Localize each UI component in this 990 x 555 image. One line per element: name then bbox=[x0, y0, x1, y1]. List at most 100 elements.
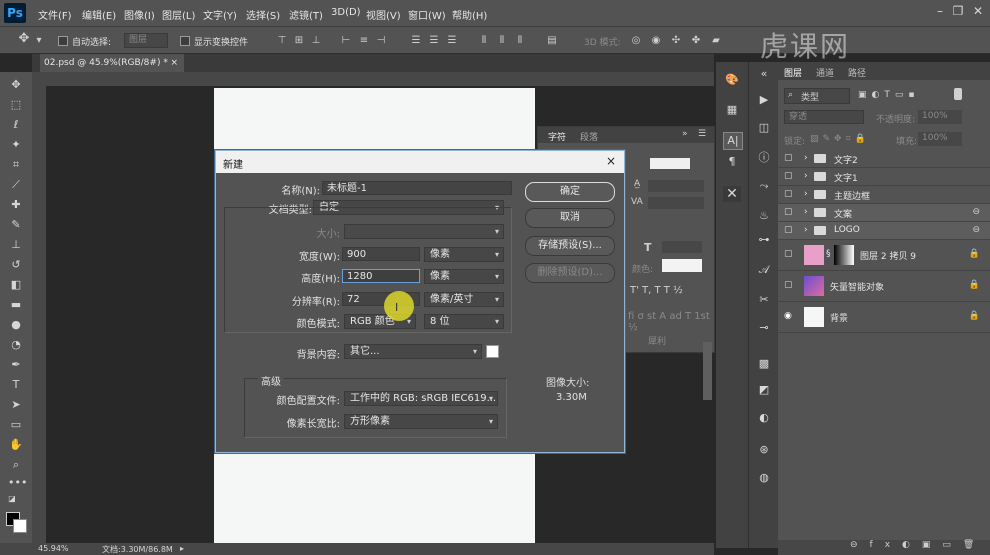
expand-arrow-icon[interactable]: › bbox=[804, 225, 808, 235]
expand-arrow-icon[interactable]: › bbox=[804, 207, 808, 217]
maximize-icon[interactable]: ❐ bbox=[950, 3, 966, 19]
layer-row[interactable]: ▢ 矢量智能对象 🔒 bbox=[778, 271, 990, 302]
blend-mode-select[interactable]: 穿透 bbox=[784, 110, 864, 124]
eye-icon[interactable]: ◉ bbox=[784, 311, 796, 323]
tab-paragraph[interactable]: 段落 bbox=[580, 130, 598, 143]
blur-tool-icon[interactable]: ● bbox=[8, 318, 24, 332]
background-select[interactable]: 其它... ▾ bbox=[344, 344, 482, 359]
menu-help[interactable]: 帮助(H) bbox=[452, 7, 487, 22]
play-icon[interactable]: ▶ bbox=[755, 92, 773, 108]
zoom-tool-icon[interactable]: ⌕ bbox=[8, 458, 24, 472]
menu-image[interactable]: 图像(I) bbox=[124, 7, 155, 22]
text-colour-swatch[interactable] bbox=[662, 259, 702, 272]
tab-layers[interactable]: 图层 bbox=[784, 66, 802, 79]
layer-row[interactable]: ▢ › LOGO ⊖ bbox=[778, 222, 990, 240]
menu-window[interactable]: 窗口(W) bbox=[408, 7, 446, 22]
opentype-icons[interactable]: ﬁ σ st A ad T 1st ½ bbox=[628, 311, 714, 333]
visibility-toggle[interactable]: ▢ bbox=[784, 225, 796, 237]
history-icon[interactable]: ⤳ bbox=[755, 178, 773, 194]
filter-toggle-icon[interactable] bbox=[954, 88, 962, 100]
distribute-vcenter-icon[interactable]: ☰ bbox=[428, 35, 440, 46]
align-left-icon[interactable]: ⊢ bbox=[340, 35, 352, 46]
gradient-panel-icon[interactable] bbox=[755, 474, 773, 490]
tab-character[interactable]: 字符 bbox=[548, 130, 566, 143]
align-right-icon[interactable]: ⊣ bbox=[375, 35, 387, 46]
tools-crossed-icon[interactable]: ✕ bbox=[723, 186, 741, 202]
expand-icon[interactable]: « bbox=[755, 66, 773, 82]
visibility-toggle[interactable]: ▢ bbox=[784, 249, 796, 261]
status-arrow-icon[interactable]: ▸ bbox=[180, 544, 184, 553]
lock-icons[interactable]: ▨✎✥⌗🔒 bbox=[810, 134, 870, 144]
baseline-field[interactable] bbox=[662, 241, 702, 253]
expand-arrow-icon[interactable]: › bbox=[804, 171, 808, 181]
height-unit-select[interactable]: 像素 ▾ bbox=[424, 269, 504, 284]
auto-select-target[interactable]: 图层 bbox=[124, 33, 168, 48]
paragraph-panel-icon[interactable]: ¶ bbox=[723, 154, 741, 170]
distribute-bottom-icon[interactable]: ☰ bbox=[446, 35, 458, 46]
anti-alias-select[interactable]: 犀利 bbox=[648, 334, 666, 347]
visibility-toggle[interactable]: ▢ bbox=[784, 207, 796, 219]
visibility-toggle[interactable]: ▢ bbox=[784, 171, 796, 183]
expand-arrow-icon[interactable]: › bbox=[804, 153, 808, 163]
leading-field[interactable] bbox=[648, 180, 704, 192]
eyedropper-icon[interactable]: ⟋ bbox=[8, 178, 24, 192]
bit-depth-select[interactable]: 8 位 ▾ bbox=[424, 314, 504, 329]
collapse-panel-icon[interactable]: » bbox=[682, 129, 688, 139]
layer-row[interactable]: ▢ › 文字1 bbox=[778, 168, 990, 186]
vertical-ruler[interactable] bbox=[32, 86, 46, 543]
grid-icon[interactable]: ▦ bbox=[723, 102, 741, 118]
brush-presets-icon[interactable]: ♨ bbox=[755, 208, 773, 224]
panel-menu-icon[interactable]: ☰ bbox=[698, 129, 706, 139]
styles-icon[interactable]: ◩ bbox=[755, 382, 773, 398]
filter-type-icons[interactable]: ▣◐T▭▪ bbox=[858, 90, 919, 100]
pen-tool-icon[interactable]: ✒ bbox=[8, 358, 24, 372]
close-icon[interactable]: × bbox=[603, 153, 619, 169]
menu-type[interactable]: 文字(Y) bbox=[203, 7, 237, 22]
zoom-level[interactable]: 45.94% bbox=[38, 544, 69, 553]
menu-select[interactable]: 选择(S) bbox=[246, 7, 280, 22]
visibility-toggle[interactable]: ▢ bbox=[784, 280, 796, 292]
background-color-swatch[interactable] bbox=[486, 345, 499, 358]
auto-align-icon[interactable]: ▤ bbox=[546, 35, 558, 46]
minimize-icon[interactable]: – bbox=[932, 3, 948, 19]
distribute-right-icon[interactable]: ⫴ bbox=[514, 35, 526, 46]
align-top-icon[interactable]: ⊤ bbox=[276, 35, 288, 46]
expand-arrow-icon[interactable]: › bbox=[804, 189, 808, 199]
cancel-button[interactable]: 取消 bbox=[525, 208, 615, 228]
visibility-toggle[interactable]: ▢ bbox=[784, 153, 796, 165]
horizontal-ruler[interactable] bbox=[32, 72, 714, 87]
height-field[interactable]: 1280 bbox=[342, 269, 420, 283]
layer-row[interactable]: ▢ › 文案 ⊖ bbox=[778, 204, 990, 222]
dialog-titlebar[interactable]: 新建 × bbox=[216, 151, 624, 173]
font-colour-preview[interactable] bbox=[650, 158, 690, 169]
layer-row[interactable]: ▢ › 主题边框 bbox=[778, 186, 990, 204]
show-transform-checkbox[interactable] bbox=[180, 36, 190, 46]
layer-row[interactable]: ▢ › 文字2 bbox=[778, 150, 990, 168]
align-hcenter-icon[interactable]: ≡ bbox=[358, 35, 370, 46]
menu-edit[interactable]: 编辑(E) bbox=[82, 7, 116, 22]
menu-3d[interactable]: 3D(D) bbox=[331, 7, 361, 18]
menu-layer[interactable]: 图层(L) bbox=[162, 7, 195, 22]
swatches-icon[interactable]: ⊛ bbox=[755, 442, 773, 458]
3d-rotate-icon[interactable]: ◎ bbox=[630, 35, 642, 46]
path-select-icon[interactable]: ➤ bbox=[8, 398, 24, 412]
crop-tool-icon[interactable]: ⌗ bbox=[8, 158, 24, 172]
layers-footer-icons[interactable]: ⊖fx◐▣▭🗑 bbox=[778, 540, 990, 555]
auto-select-checkbox[interactable] bbox=[58, 36, 68, 46]
chevron-down-icon[interactable]: ▾ bbox=[33, 35, 45, 46]
canvas-scrollbar[interactable] bbox=[703, 342, 712, 400]
close-tab-icon[interactable]: × bbox=[170, 54, 178, 72]
opacity-field[interactable]: 100% bbox=[918, 110, 962, 124]
gradient-icon[interactable]: ▬ bbox=[8, 298, 24, 312]
document-tab[interactable]: 02.psd @ 45.9%(RGB/8#) * × bbox=[40, 54, 184, 72]
menu-filter[interactable]: 滤镜(T) bbox=[289, 7, 323, 22]
clone-stamp-icon[interactable]: ⊥ bbox=[8, 238, 24, 252]
color-profile-select[interactable]: 工作中的 RGB: sRGB IEC619... ▾ bbox=[344, 391, 498, 406]
character-panel-icon[interactable]: A| bbox=[723, 132, 743, 150]
info-icon[interactable]: ⓘ bbox=[755, 150, 773, 166]
lasso-tool-icon[interactable]: ℓ bbox=[8, 118, 24, 132]
all-caps-icon[interactable]: T' T, T T ½ bbox=[630, 285, 683, 296]
move-tool-icon[interactable]: ✥ bbox=[18, 32, 30, 45]
history-brush-icon[interactable]: ↺ bbox=[8, 258, 24, 272]
menu-file[interactable]: 文件(F) bbox=[38, 7, 72, 22]
